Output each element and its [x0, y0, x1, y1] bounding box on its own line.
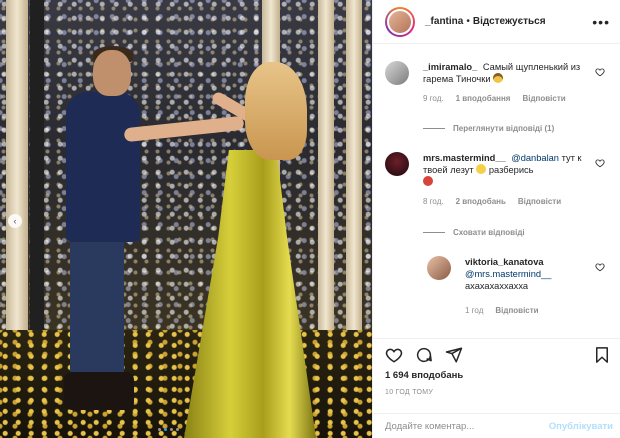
header-separator: •: [466, 16, 470, 27]
author-username[interactable]: _fantina: [425, 16, 463, 27]
commenter-avatar[interactable]: [385, 61, 409, 85]
comment-time: 8 год.: [423, 197, 444, 206]
curtain-strip: [318, 0, 334, 360]
hide-replies-button[interactable]: Сховати відповіді: [423, 228, 525, 237]
bookmark-icon[interactable]: [593, 346, 611, 364]
commenter-avatar[interactable]: [385, 152, 409, 176]
avatar-image: [387, 8, 413, 35]
carousel-dot: [170, 428, 173, 431]
comment-input[interactable]: [385, 421, 549, 432]
post-side-panel: _fantina • Відстежується ••• _imiramalo_…: [372, 0, 620, 438]
comment-message: ахахахаххахха: [465, 281, 529, 291]
comment-mention[interactable]: @mrs.mastermind__: [465, 269, 551, 279]
sequin-wall: [0, 0, 372, 360]
carousel-dots: [158, 428, 179, 431]
man-figure-head: [93, 50, 131, 96]
dark-pillar: [30, 0, 44, 360]
reply-button[interactable]: Відповісти: [522, 94, 565, 103]
view-replies-button[interactable]: Переглянути відповіді (1): [423, 124, 554, 133]
comment-mention[interactable]: @danbalan: [511, 153, 559, 163]
view-replies-label: Переглянути відповіді (1): [453, 124, 555, 133]
chevron-left-icon: ‹: [13, 216, 17, 226]
reply-item: viktoria_kanatova @mrs.mastermind__ ахах…: [427, 256, 613, 315]
comment-text: _imiramalo_ Самый щупленький из гарема Т…: [423, 61, 591, 85]
reply-button[interactable]: Відповісти: [518, 197, 561, 206]
comment-bubble-icon[interactable]: [415, 346, 433, 364]
carousel-dot-active: [164, 428, 167, 431]
comment-meta: 8 год. 2 вподобань Відповісти: [423, 197, 613, 206]
comment-username[interactable]: _imiramalo_: [423, 62, 477, 72]
comment-likes-link[interactable]: 1 вподобання: [456, 94, 511, 103]
comment-item: _imiramalo_ Самый щупленький из гарема Т…: [385, 61, 613, 103]
curtain-strip: [346, 0, 362, 360]
commenter-avatar[interactable]: [427, 256, 451, 280]
reply-button[interactable]: Відповісти: [495, 306, 538, 315]
replies-divider-line: [423, 232, 445, 233]
cowboy-emoji-icon: [493, 73, 504, 83]
heart-icon[interactable]: [595, 262, 605, 272]
author-avatar[interactable]: [385, 6, 415, 37]
confetti-floor: [0, 330, 372, 438]
hide-replies-label: Сховати відповіді: [453, 228, 525, 237]
smile-emoji-icon: [476, 164, 487, 174]
comment-item: mrs.mastermind__ @danbalan тут к твоей л…: [385, 152, 613, 206]
carousel-prev-button[interactable]: ‹: [8, 214, 22, 228]
action-icons-row: [385, 345, 611, 365]
post-photo[interactable]: ‹: [0, 0, 372, 438]
share-send-icon[interactable]: [445, 346, 463, 364]
comment-text: mrs.mastermind__ @danbalan тут к твоей л…: [423, 152, 591, 188]
post-timestamp[interactable]: 10 ГОД ТОМУ: [385, 389, 433, 396]
instagram-post: ‹ _fantina • Відстежується ••• _imiramal…: [0, 0, 620, 438]
curtain-strip: [6, 0, 28, 360]
add-comment-bar: Опублікувати: [373, 413, 620, 438]
man-figure-body: [66, 92, 140, 242]
comment-meta: 1 год Відповісти: [465, 306, 613, 315]
woman-figure-hair: [245, 62, 307, 160]
comment-username[interactable]: viktoria_kanatova: [465, 257, 544, 267]
carousel-dot: [158, 428, 161, 431]
more-options-icon[interactable]: •••: [592, 14, 610, 30]
post-header: _fantina • Відстежується •••: [373, 0, 620, 44]
comment-meta: 9 год. 1 вподобання Відповісти: [423, 94, 613, 103]
comment-text: viktoria_kanatova @mrs.mastermind__ ахах…: [465, 256, 591, 292]
carousel-dot: [176, 428, 179, 431]
post-actions: 1 694 вподобань 10 ГОД ТОМУ Опублікувати: [373, 338, 620, 438]
comment-likes-link[interactable]: 2 вподобань: [456, 197, 506, 206]
comment-message-2: разберись: [488, 165, 534, 175]
comment-time: 9 год.: [423, 94, 444, 103]
comment-username[interactable]: mrs.mastermind__: [423, 153, 506, 163]
man-figure-shoes: [64, 372, 134, 410]
replies-divider-line: [423, 128, 445, 129]
devil-emoji-icon: [423, 176, 433, 186]
following-button[interactable]: Відстежується: [473, 16, 546, 27]
comments-list: _imiramalo_ Самый щупленький из гарема Т…: [373, 45, 620, 338]
comment-time: 1 год: [465, 306, 484, 315]
man-figure-legs: [70, 240, 124, 380]
heart-icon[interactable]: [595, 67, 605, 77]
heart-icon[interactable]: [595, 158, 605, 168]
likes-count[interactable]: 1 694 вподобань: [385, 370, 463, 381]
like-heart-icon[interactable]: [385, 346, 403, 364]
publish-button[interactable]: Опублікувати: [549, 421, 613, 432]
